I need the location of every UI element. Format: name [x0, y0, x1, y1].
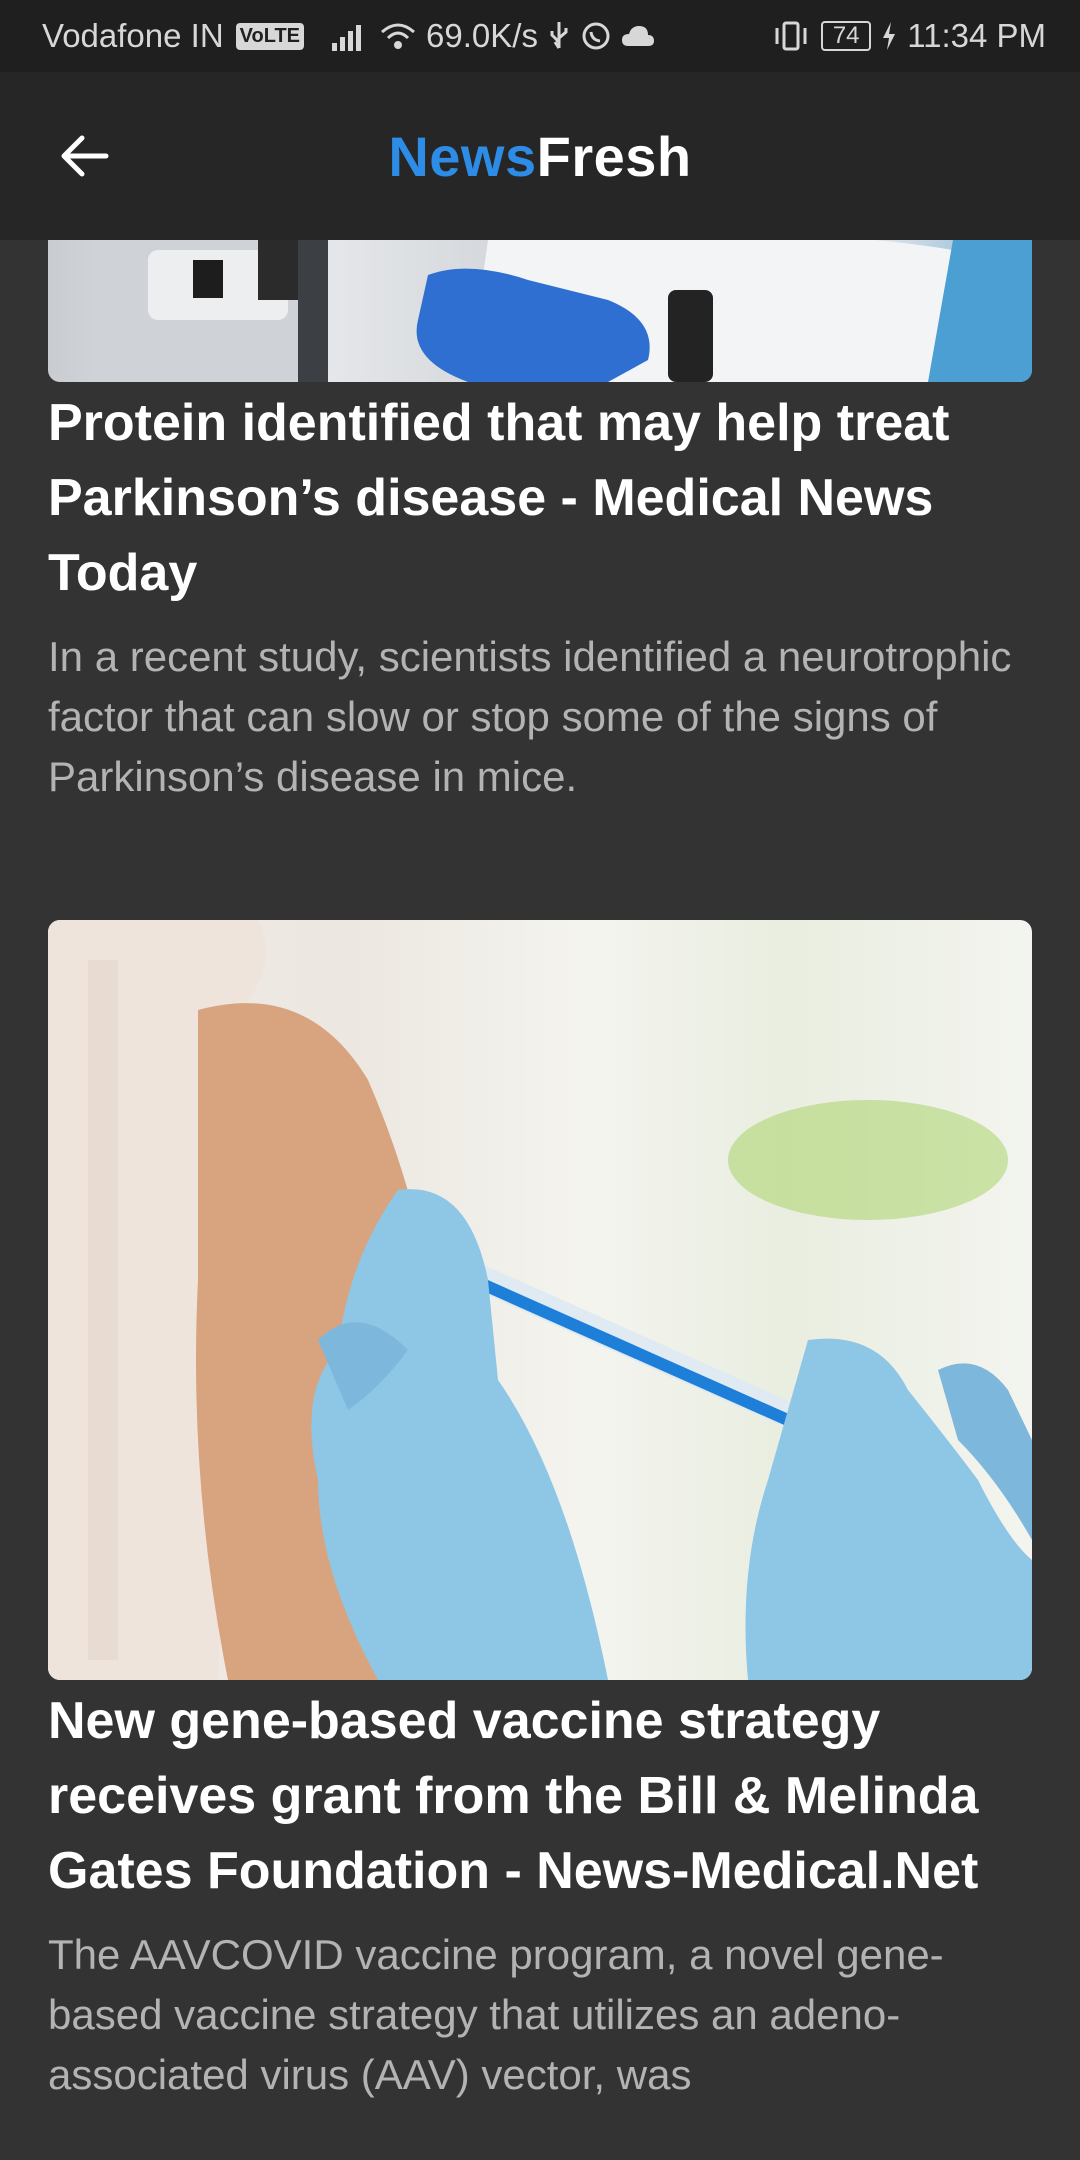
- carrier-name: Vodafone IN: [42, 17, 224, 54]
- app-title: NewsFresh: [0, 124, 1080, 189]
- battery-level: 74: [832, 22, 860, 49]
- charging-icon: [883, 22, 896, 50]
- whatsapp-icon: [582, 22, 610, 50]
- vibrate-icon: [775, 21, 807, 51]
- signal-icon: [332, 21, 370, 51]
- article-description: In a recent study, scientists identified…: [48, 633, 1012, 800]
- volte-badge: VoLTE: [235, 22, 305, 50]
- app-title-part2: Fresh: [536, 124, 692, 188]
- clock: 11:34 PM: [907, 17, 1046, 54]
- article-title[interactable]: New gene-based vaccine strategy receives…: [48, 1684, 1032, 1909]
- article-description: The AAVCOVID vaccine program, a novel ge…: [48, 1931, 944, 2098]
- article-image[interactable]: [48, 920, 1032, 1680]
- article-image[interactable]: [48, 240, 1032, 382]
- wifi-icon: [381, 23, 416, 49]
- article-card[interactable]: New gene-based vaccine strategy receives…: [48, 920, 1032, 2105]
- app-bar: NewsFresh: [0, 72, 1080, 240]
- cloud-icon: [621, 26, 654, 46]
- app-title-part1: News: [388, 124, 537, 188]
- network-speed: 69.0K/s: [426, 17, 538, 54]
- vaccine-photo-illustration: [48, 920, 1032, 1680]
- battery-icon: 74: [821, 21, 872, 51]
- article-card[interactable]: Protein identified that may help treat P…: [48, 240, 1032, 807]
- status-bar: Vodafone IN VoLTE 69.0K/s 74 11:34 PM: [0, 0, 1080, 72]
- usb-icon: [550, 22, 568, 49]
- article-list[interactable]: Protein identified that may help treat P…: [0, 240, 1080, 2160]
- article-title[interactable]: Protein identified that may help treat P…: [48, 386, 1032, 611]
- back-arrow-icon[interactable]: [56, 128, 112, 184]
- lab-photo-illustration: [98, 240, 1032, 382]
